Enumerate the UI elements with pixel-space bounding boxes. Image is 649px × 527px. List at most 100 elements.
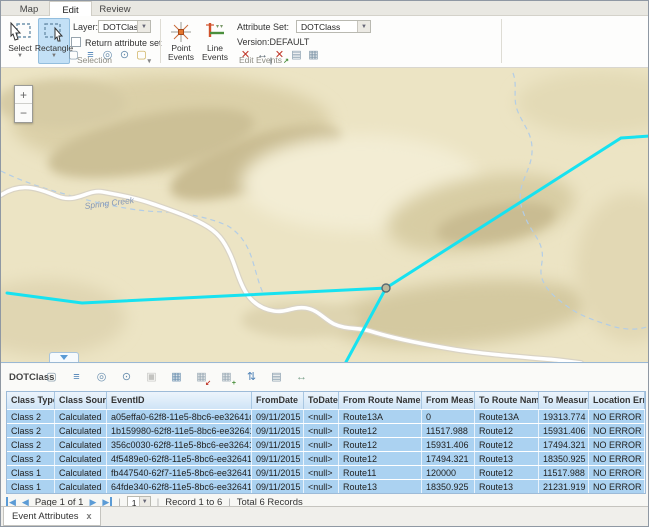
clear-selection-icon[interactable]: ▢▾	[135, 49, 148, 62]
panel-toolbar: DOTClass ▢≡◎⊙▣▦▦↙▦+⇅▤↔	[1, 364, 649, 391]
table-cell: NO ERROR	[589, 452, 645, 465]
tab-edit[interactable]: Edit	[49, 1, 92, 17]
table-cell: 09/11/2015	[252, 452, 304, 465]
column-header[interactable]: From Route Name	[339, 392, 422, 409]
event-attributes-panel: DOTClass ▢≡◎⊙▣▦▦↙▦+⇅▤↔ Class TypeClass S…	[1, 362, 649, 527]
remove-record-icon[interactable]: ▦↙	[195, 371, 208, 384]
column-header[interactable]: To Measure	[539, 392, 589, 409]
select-records-icon[interactable]: ▢	[45, 371, 58, 384]
select-tool-icon	[8, 21, 32, 43]
column-header[interactable]: Class Source	[55, 392, 107, 409]
table-cell: 11517.988	[539, 466, 589, 479]
table-row[interactable]: Class 2Calculated356c0030-62f8-11e5-8bc6…	[7, 437, 645, 451]
select-tool-button[interactable]: Select ▼	[4, 18, 36, 64]
column-header[interactable]: ToDate	[304, 392, 339, 409]
sort-records-icon[interactable]: ⇅	[245, 371, 258, 384]
point-events-button[interactable]: Point Events	[164, 18, 198, 64]
form-view-icon[interactable]: ▤	[270, 371, 283, 384]
table-cell: Route13	[475, 452, 539, 465]
map-canvas[interactable]: Spring Creek + −	[1, 68, 649, 362]
table-cell: Route12	[475, 466, 539, 479]
table-cell: 15931.406	[422, 438, 475, 451]
table-cell: Route12	[475, 438, 539, 451]
map-graphics: Spring Creek	[1, 68, 649, 362]
save-icon[interactable]: ▣	[145, 371, 158, 384]
rectangle-tool-button[interactable]: Rectangle ▼	[38, 18, 70, 64]
table-cell: Calculated	[55, 480, 107, 493]
layer-dropdown[interactable]: DOTClass ▼	[98, 20, 151, 33]
event-table-icon[interactable]: ▦	[307, 49, 320, 62]
column-header[interactable]: Location Error	[589, 392, 645, 409]
table-cell: Route12	[475, 424, 539, 437]
table-cell: 356c0030-62f8-11e5-8bc6-ee32641d5ec9	[107, 438, 252, 451]
column-header[interactable]: FromDate	[252, 392, 304, 409]
attribute-set-dropdown-arrow[interactable]: ▼	[357, 21, 370, 32]
table-cell: 17494.321	[539, 438, 589, 451]
table-cell: 15931.406	[539, 424, 589, 437]
line-events-icon	[204, 21, 226, 43]
table-cell: Calculated	[55, 438, 107, 451]
table-row[interactable]: Class 2Calculateda05effa0-62f8-11e5-8bc6…	[7, 409, 645, 423]
panel-toolbar-icons: ▢ ≡ ◎ ⊙ ▣ ▦ ▦↙ ▦+ ⇅ ▤ ↔	[45, 371, 308, 384]
rectangle-dropdown-arrow[interactable]: ▼	[51, 53, 57, 59]
table-cell: Route13A	[475, 410, 539, 423]
table-cell: 09/11/2015	[252, 466, 304, 479]
map-zoom-control: + −	[14, 85, 33, 123]
selection-group-label: Selection	[77, 55, 112, 65]
ribbon-separator	[160, 19, 161, 63]
table-cell: Calculated	[55, 452, 107, 465]
table-row[interactable]: Class 1Calculated64fde340-62f8-11e5-8bc6…	[7, 479, 645, 493]
column-header[interactable]: EventID	[107, 392, 252, 409]
table-row[interactable]: Class 2Calculated4f5489e0-62f8-11e5-8bc6…	[7, 451, 645, 465]
table-cell: <null>	[304, 410, 339, 423]
ribbon: Select ▼ Rectangle ▼ Layer: DOTClass ▼ R…	[1, 16, 648, 68]
rectangle-tool-icon	[42, 21, 66, 43]
table-cell: Class 2	[7, 424, 55, 437]
event-editor-window: Map Edit Review Select ▼ Rectangle ▼ Lay…	[0, 0, 649, 527]
tab-map[interactable]: Map	[9, 1, 49, 16]
table-row[interactable]: Class 1Calculatedfb447540-62f7-11e5-8bc6…	[7, 465, 645, 479]
pan-to-selected-icon[interactable]: ⊙	[120, 371, 133, 384]
tab-review[interactable]: Review	[92, 1, 138, 16]
table-cell: 120000	[422, 466, 475, 479]
table-cell: Route13A	[339, 410, 422, 423]
table-cell: <null>	[304, 424, 339, 437]
table-cell: Class 1	[7, 480, 55, 493]
layer-dropdown-arrow[interactable]: ▼	[137, 21, 150, 32]
column-header[interactable]: Class Type	[7, 392, 55, 409]
bottom-tabbar: Event Attributes x	[1, 506, 648, 527]
table-cell: <null>	[304, 452, 339, 465]
route-junction-marker[interactable]	[382, 284, 390, 292]
column-header[interactable]: From Measure	[422, 392, 475, 409]
attribute-table-icon[interactable]: ▦	[170, 371, 183, 384]
table-cell: Calculated	[55, 424, 107, 437]
layer-label: Layer:	[73, 22, 98, 32]
zoom-in-button[interactable]: +	[15, 86, 32, 104]
event-window-icon[interactable]: ▤	[290, 49, 303, 62]
fit-columns-icon[interactable]: ↔	[295, 371, 308, 384]
return-attribute-set-checkbox[interactable]	[71, 37, 81, 47]
table-cell: Route12	[339, 438, 422, 451]
attribute-set-dropdown[interactable]: DOTClass ▼	[296, 20, 371, 33]
show-selected-list-icon[interactable]: ≡	[70, 371, 83, 384]
table-cell: NO ERROR	[589, 480, 645, 493]
zoom-to-selected-icon[interactable]: ◎	[95, 371, 108, 384]
select-dropdown-arrow[interactable]: ▼	[17, 53, 23, 59]
add-record-icon[interactable]: ▦+	[220, 371, 233, 384]
table-cell: 18350.925	[539, 452, 589, 465]
column-header[interactable]: To Route Name	[475, 392, 539, 409]
table-cell: 64fde340-62f8-11e5-8bc6-ee32641d5ec9	[107, 480, 252, 493]
attribute-table-body: Class 2Calculateda05effa0-62f8-11e5-8bc6…	[7, 409, 645, 493]
table-cell: Route13	[475, 480, 539, 493]
zoom-out-button[interactable]: −	[15, 104, 32, 122]
version-label: Version:DEFAULT	[237, 37, 309, 47]
table-row[interactable]: Class 2Calculated1b159980-62f8-11e5-8bc6…	[7, 423, 645, 437]
pan-to-selection-icon[interactable]: ⊙	[118, 49, 131, 62]
panel-collapse-tab[interactable]	[49, 352, 79, 362]
tab-event-attributes[interactable]: Event Attributes x	[3, 507, 101, 526]
close-tab-icon[interactable]: x	[87, 511, 92, 521]
line-events-button[interactable]: Line Events	[199, 18, 231, 64]
collapse-arrow-icon	[60, 355, 68, 360]
table-cell: Route12	[339, 452, 422, 465]
attribute-table-header: Class TypeClass SourceEventIDFromDateToD…	[7, 392, 645, 409]
